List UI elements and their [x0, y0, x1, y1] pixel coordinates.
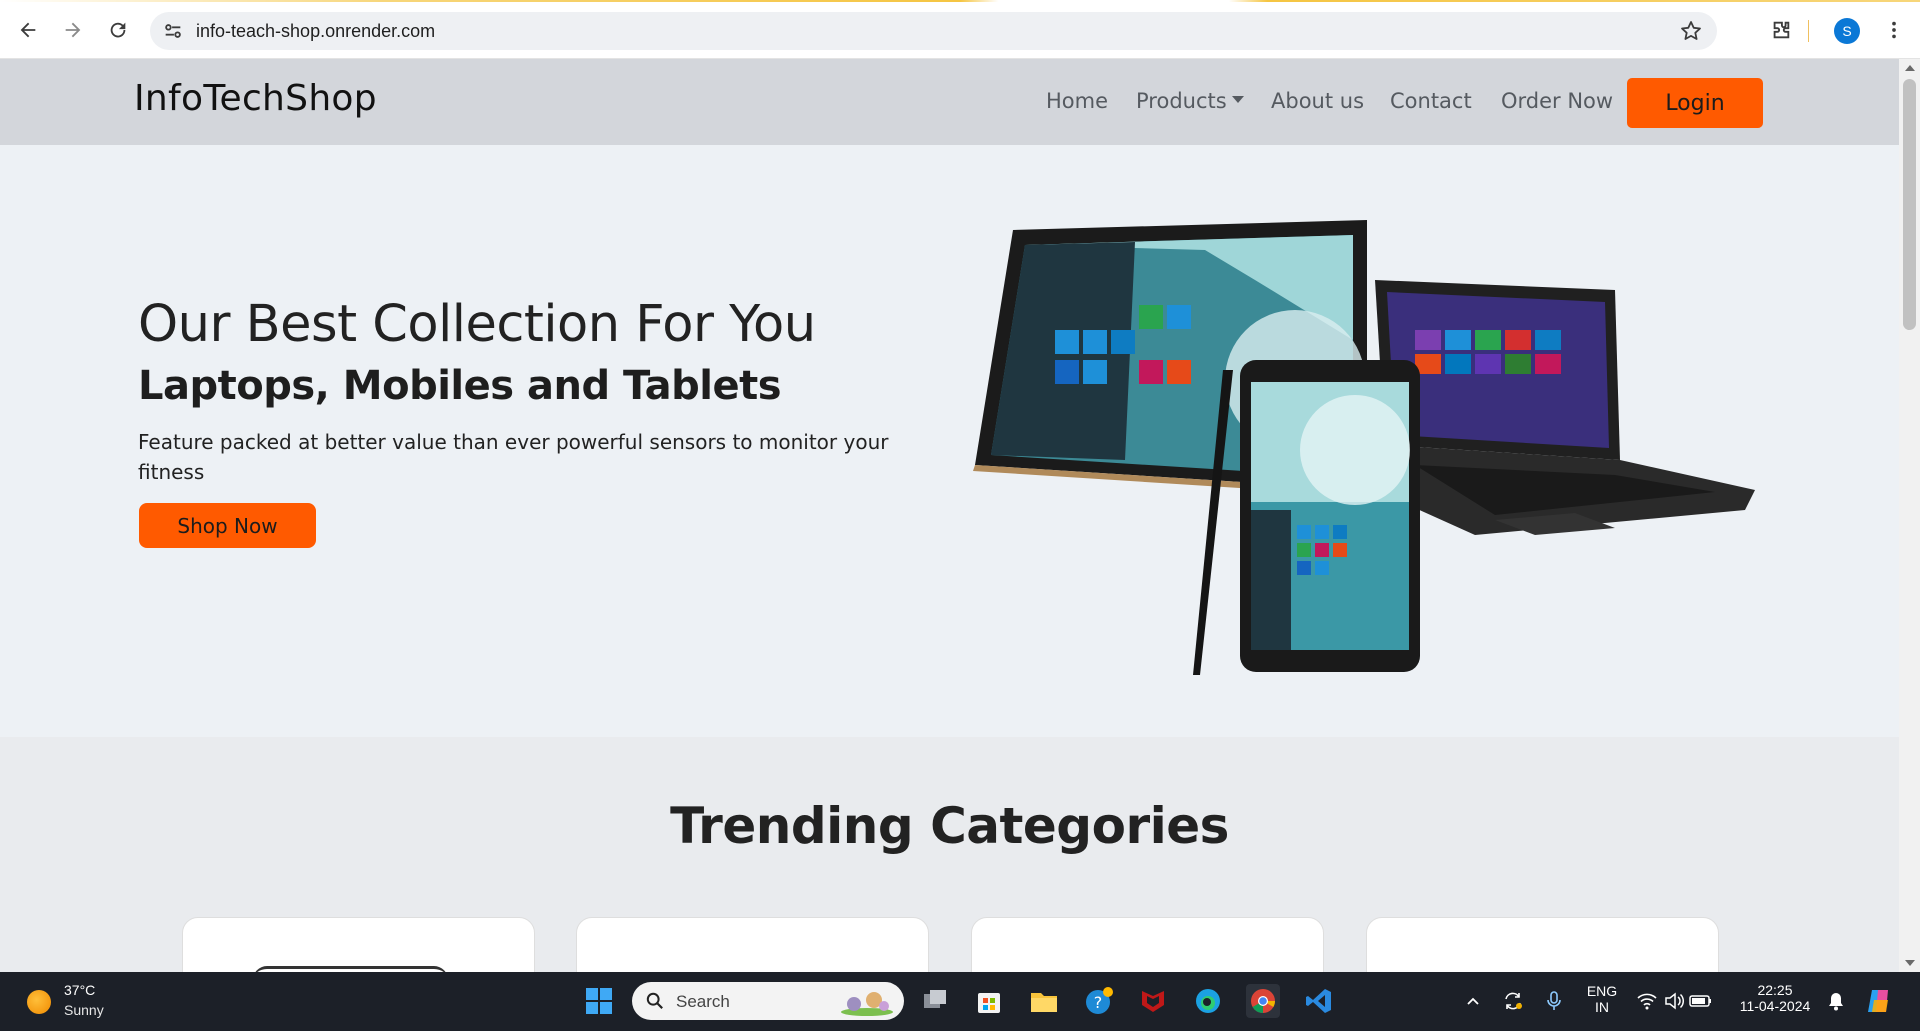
forward-icon[interactable] — [57, 14, 89, 46]
page-scrollbar[interactable] — [1899, 59, 1920, 972]
address-url[interactable]: info-teach-shop.onrender.com — [196, 21, 435, 42]
hero-title: Our Best Collection For You — [138, 295, 816, 354]
nav-order-link[interactable]: Order Now — [1501, 89, 1613, 113]
search-highlight-illustration — [841, 992, 893, 1016]
language-code: ENG — [1586, 983, 1618, 999]
address-bar[interactable]: info-teach-shop.onrender.com — [150, 12, 1717, 50]
mcafee-icon[interactable] — [1136, 984, 1170, 1018]
weather-temperature[interactable]: 37°C — [64, 982, 95, 998]
scroll-down-arrow-icon[interactable] — [1905, 960, 1915, 966]
nav-contact-link[interactable]: Contact — [1390, 89, 1472, 113]
clock[interactable]: 22:25 11-04-2024 — [1730, 982, 1820, 1014]
microphone-icon[interactable] — [1537, 984, 1571, 1018]
search-icon — [646, 992, 663, 1009]
get-help-icon[interactable]: ? — [1082, 984, 1116, 1018]
edge-browser-icon[interactable] — [1191, 984, 1225, 1018]
category-card[interactable] — [182, 917, 535, 972]
sun-icon[interactable] — [27, 990, 51, 1014]
file-explorer-icon[interactable] — [1027, 984, 1061, 1018]
category-card[interactable] — [971, 917, 1324, 972]
shop-now-button[interactable]: Shop Now — [139, 503, 316, 548]
category-card[interactable] — [576, 917, 929, 972]
microsoft-store-icon[interactable] — [972, 984, 1006, 1018]
clock-time: 22:25 — [1757, 982, 1793, 998]
category-card[interactable] — [1366, 917, 1719, 972]
hero-description: Feature packed at better value than ever… — [138, 430, 889, 484]
trending-section: Trending Categories — [0, 737, 1899, 972]
page-loading-bar — [0, 0, 1920, 2]
trending-title: Trending Categories — [670, 797, 1229, 855]
clock-date: 11-04-2024 — [1739, 998, 1811, 1014]
chrome-browser-icon[interactable] — [1246, 984, 1280, 1018]
language-indicator[interactable]: ENG IN — [1582, 983, 1622, 1015]
nav-products-label: Products — [1136, 89, 1227, 113]
tablet-keyboard-illustration — [1375, 280, 1755, 535]
site-navbar: InfoTechShop Home Products About us Cont… — [0, 59, 1899, 145]
windows-taskbar: 37°C Sunny Search ? ENG IN 22:25 11-04-2… — [0, 972, 1920, 1031]
sync-icon[interactable] — [1496, 984, 1530, 1018]
hero-devices-image — [973, 220, 1755, 675]
weather-condition[interactable]: Sunny — [64, 1002, 104, 1018]
copilot-icon[interactable] — [1862, 984, 1896, 1018]
svg-text:?: ? — [1094, 993, 1103, 1012]
profile-avatar[interactable]: S — [1834, 18, 1860, 44]
taskbar-search-box[interactable]: Search — [632, 982, 904, 1020]
chevron-up-icon[interactable] — [1456, 984, 1490, 1018]
caret-down-icon — [1231, 96, 1244, 103]
nav-about-link[interactable]: About us — [1271, 89, 1364, 113]
hero-subtitle: Laptops, Mobiles and Tablets — [138, 363, 782, 409]
notification-bell-icon[interactable] — [1819, 984, 1853, 1018]
bookmark-star-icon[interactable] — [1679, 19, 1703, 43]
toolbar-divider — [1808, 20, 1809, 42]
windows-start-icon[interactable] — [582, 984, 616, 1018]
search-placeholder: Search — [676, 992, 730, 1011]
battery-icon[interactable] — [1684, 984, 1718, 1018]
login-button[interactable]: Login — [1627, 78, 1763, 128]
browser-toolbar: info-teach-shop.onrender.com S — [0, 0, 1920, 59]
nav-products-dropdown[interactable]: Products — [1136, 89, 1244, 113]
vscode-icon[interactable] — [1302, 984, 1336, 1018]
site-settings-icon[interactable] — [162, 20, 184, 42]
nav-home-link[interactable]: Home — [1046, 89, 1108, 113]
extensions-icon[interactable] — [1765, 14, 1797, 46]
task-view-icon[interactable] — [918, 984, 952, 1018]
scroll-up-arrow-icon[interactable] — [1905, 65, 1915, 71]
tablet-small-illustration — [1240, 360, 1420, 672]
hero-section: Our Best Collection For You Laptops, Mob… — [0, 145, 1899, 737]
scroll-thumb[interactable] — [1903, 79, 1916, 330]
back-icon[interactable] — [12, 14, 44, 46]
brand-logo[interactable]: InfoTechShop — [134, 78, 377, 119]
menu-icon[interactable] — [1878, 14, 1910, 46]
page-viewport: InfoTechShop Home Products About us Cont… — [0, 59, 1899, 972]
reload-icon[interactable] — [102, 14, 134, 46]
region-code: IN — [1595, 999, 1609, 1015]
